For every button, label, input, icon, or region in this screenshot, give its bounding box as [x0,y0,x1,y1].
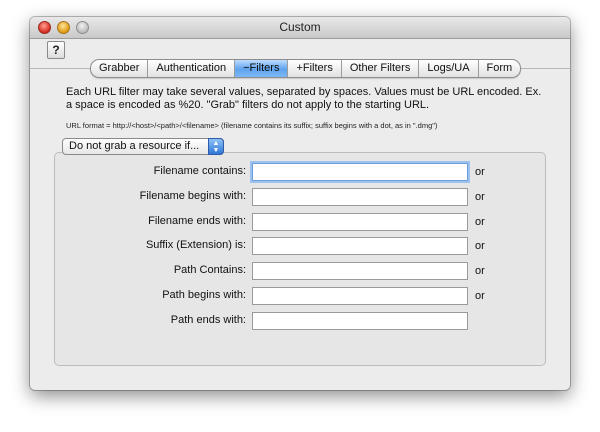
filename-begins-with-input[interactable] [252,188,468,206]
tab-other-filters[interactable]: Other Filters [342,60,420,77]
tab-minus-filters[interactable]: −Filters [235,60,289,77]
filter-mode-popup-value: Do not grab a resource if... [69,140,200,152]
or-connector: or [475,290,485,302]
filter-mode-popup[interactable]: Do not grab a resource if... ▲ ▼ [62,138,224,155]
tab-bar: Grabber Authentication −Filters +Filters… [90,59,522,78]
filter-row-path-ends-with: Path ends with: [54,312,546,330]
filter-group-box [54,152,546,366]
title-bar[interactable]: Custom [30,17,570,39]
tab-plus-filters[interactable]: +Filters [288,60,342,77]
or-connector: or [475,166,485,178]
or-connector: or [475,240,485,252]
filename-ends-with-input[interactable] [252,213,468,231]
suffix-is-input[interactable] [252,237,468,255]
filter-row-path-begins-with: Path begins with: or [54,287,546,305]
popup-arrows-icon: ▲ ▼ [208,138,224,155]
help-button[interactable]: ? [47,41,65,59]
window-title: Custom [279,20,321,34]
path-contains-input[interactable] [252,262,468,280]
filter-row-filename-begins-with: Filename begins with: or [54,188,546,206]
or-connector: or [475,191,485,203]
filter-label: Filename contains: [153,165,246,177]
tab-grabber[interactable]: Grabber [91,60,149,77]
tab-form[interactable]: Form [479,60,521,77]
tab-logs-ua[interactable]: Logs/UA [419,60,479,77]
filter-row-suffix-is: Suffix (Extension) is: or [54,237,546,255]
or-connector: or [475,265,485,277]
filename-contains-input[interactable] [252,163,468,181]
path-ends-with-input[interactable] [252,312,468,330]
filter-row-path-contains: Path Contains: or [54,262,546,280]
filter-label: Filename begins with: [139,190,246,202]
url-format-hint: URL format = http://<host>/<path>/<filen… [66,121,438,130]
filter-label: Path Contains: [173,264,246,276]
or-connector: or [475,216,485,228]
filter-row-filename-ends-with: Filename ends with: or [54,213,546,231]
filter-row-filename-contains: Filename contains: or [54,163,546,181]
tab-authentication[interactable]: Authentication [148,60,236,77]
filter-label: Suffix (Extension) is: [145,239,246,251]
path-begins-with-input[interactable] [252,287,468,305]
filter-label: Path ends with: [170,314,246,326]
filter-description: Each URL filter may take several values,… [66,86,542,111]
filter-label: Path begins with: [162,289,246,301]
filter-label: Filename ends with: [148,215,246,227]
